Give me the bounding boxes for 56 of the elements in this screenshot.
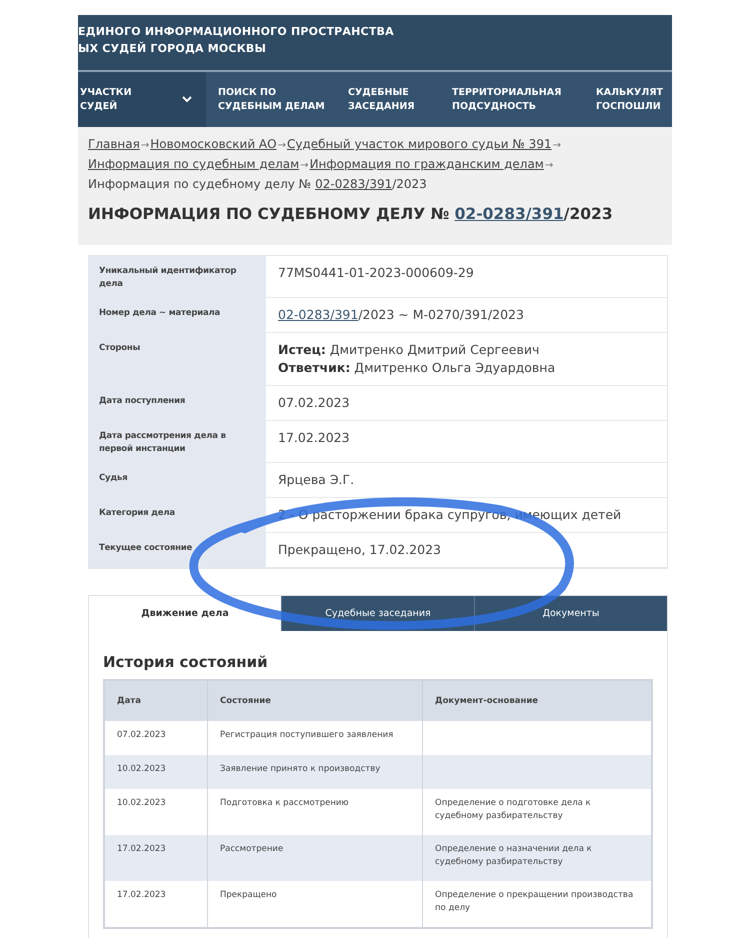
column-header: Состояние [208, 680, 422, 721]
nav-item[interactable]: ПОИСК ПО СУДЕБНЫМ ДЕЛАМ [206, 72, 336, 127]
table-cell: Определение о прекращении производства по делу [435, 890, 634, 913]
table-cell: Прекращено [220, 890, 277, 900]
nav-item[interactable]: УЧАСТКИ СУДЕЙ [78, 72, 206, 127]
field-label: Судья [89, 463, 266, 497]
nav-item[interactable]: СУДЕБНЫЕ ЗАСЕДАНИЯ [336, 72, 440, 127]
breadcrumb-arrow: → [552, 139, 561, 153]
field-value: Ярцева Э.Г. [278, 472, 354, 487]
field-value: 02-0283/391/2023 ~ М-0270/391/2023 [278, 307, 524, 322]
field-label: Стороны [89, 333, 266, 385]
breadcrumb-link[interactable]: 02-0283/391 [315, 175, 392, 193]
field-value: 17.02.2023 [278, 430, 350, 445]
field-label: Дата поступления [89, 386, 266, 420]
table-cell: Определение о назначении дела к судебному разбирательству [435, 844, 592, 867]
nav-item[interactable]: КАЛЬКУЛЯТ ГОСПОШЛИ [588, 72, 672, 127]
field-label: Уникальный идентификатор дела [89, 256, 266, 297]
breadcrumb-link[interactable]: Судебный участок мирового судьи № 391 [286, 135, 552, 153]
table-cell: 17.02.2023 [117, 844, 166, 854]
party-line: Истец: Дмитренко Дмитрий Сергеевич [278, 341, 540, 359]
column-header: Дата [104, 680, 208, 721]
case-number-link[interactable]: 02-0283/391 [454, 205, 564, 223]
section-title: История состояний [103, 653, 269, 671]
table-cell: Заявление принято к производству [220, 764, 380, 774]
field-value: 77MS0441-01-2023-000609-29 [278, 265, 474, 280]
field-value: 07.02.2023 [278, 395, 350, 410]
site-title: ЫХ СУДЕЙ ГОРОДА МОСКВЫ [78, 40, 268, 57]
field-label: Дата рассмотрения дела в первой инстанции [89, 421, 266, 462]
case-number-link[interactable]: 02-0283/391 [278, 307, 358, 322]
field-value: Прекращено, 17.02.2023 [278, 542, 441, 557]
breadcrumb-link[interactable]: Информация по судебным делам [88, 155, 300, 173]
field-label: Текущее состояние [89, 533, 266, 567]
field-label: Категория дела [89, 498, 266, 532]
table-cell: Подготовка к рассмотрению [220, 798, 349, 808]
table-cell: Регистрация поступившего заявления [220, 730, 394, 740]
page-title: ИНФОРМАЦИЯ ПО СУДЕБНОМУ ДЕЛУ № 02-0283/391/2023 [88, 205, 614, 223]
table-cell: 10.02.2023 [117, 764, 166, 774]
nav-item[interactable]: ТЕРРИТОРИАЛЬНАЯ ПОДСУДНОСТЬ [440, 72, 588, 127]
breadcrumb-arrow: → [140, 139, 150, 153]
breadcrumb-link[interactable]: Информация по гражданским делам [310, 155, 544, 173]
breadcrumb-link[interactable]: Главная [88, 135, 140, 153]
table-cell: Определение о подготовке дела к судебному разбирательству [435, 798, 591, 821]
breadcrumb-text: Информация по судебному делу № [88, 176, 312, 193]
breadcrumb-text: /2023 [392, 176, 427, 193]
breadcrumb-arrow: → [278, 139, 286, 153]
field-label: Номер дела ~ материала [89, 298, 266, 332]
table-cell: 10.02.2023 [117, 798, 166, 808]
party-line: Ответчик: Дмитренко Ольга Эдуардовна [278, 359, 556, 377]
breadcrumb-arrow: → [544, 159, 554, 173]
breadcrumb-link[interactable]: Новомосковский АО [150, 135, 277, 153]
site-title: ЕДИНОГО ИНФОРМАЦИОННОГО ПРОСТРАНСТВА [78, 24, 395, 40]
table-cell: 17.02.2023 [117, 890, 166, 900]
table-cell: Рассмотрение [220, 844, 284, 854]
table-cell: 07.02.2023 [117, 730, 166, 740]
breadcrumb-arrow: → [300, 159, 309, 173]
column-header: Документ-основание [422, 680, 652, 721]
